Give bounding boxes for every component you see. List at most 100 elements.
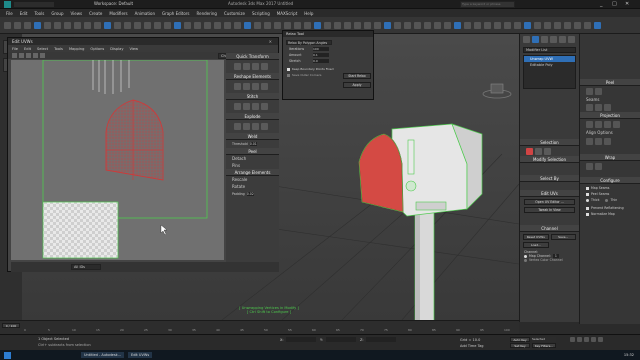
- toolbar-tool-icon[interactable]: [84, 22, 91, 29]
- toolbar-tool-icon[interactable]: [214, 22, 221, 29]
- toolbar-tool-icon[interactable]: [434, 22, 441, 29]
- checkbox-icon[interactable]: [586, 212, 589, 216]
- modifier-stack[interactable]: Unwrap UVW Editable Poly: [523, 55, 576, 89]
- minimize-icon[interactable]: _: [600, 1, 603, 7]
- align-z-icon[interactable]: [604, 137, 611, 145]
- toolbar-tool-icon[interactable]: [574, 22, 581, 29]
- projection-rollout[interactable]: Projection: [580, 112, 640, 119]
- toolbar-tool-icon[interactable]: [284, 22, 291, 29]
- menu-item-file[interactable]: File: [6, 11, 13, 16]
- uvw-menu-select[interactable]: Select: [37, 47, 48, 51]
- uvw-tool-icon[interactable]: [243, 123, 250, 130]
- uv-editor-view[interactable]: [11, 59, 224, 260]
- thick-radio[interactable]: [586, 198, 589, 202]
- scale-icon[interactable]: [26, 53, 31, 58]
- move-icon[interactable]: [12, 53, 17, 58]
- y-coord-field[interactable]: [326, 337, 356, 342]
- spherical-map-icon[interactable]: [604, 120, 611, 128]
- align-y-icon[interactable]: [595, 137, 602, 145]
- map-channel-radio[interactable]: [524, 254, 527, 258]
- uvw-close-icon[interactable]: ✕: [269, 39, 272, 44]
- timeline[interactable]: 0 / 100 0 5 10 15 20 25 30 35 40 45 50 55 60 65 70 75 80…: [0, 320, 519, 334]
- create-tab-icon[interactable]: [523, 35, 530, 43]
- menu-item-graph-editors[interactable]: Graph Editors: [162, 11, 189, 16]
- uvw-tool-icon[interactable]: [261, 83, 268, 90]
- align-x-icon[interactable]: [586, 137, 593, 145]
- maximize-icon[interactable]: □: [612, 1, 617, 7]
- point-to-point-seam-icon[interactable]: [595, 104, 602, 111]
- keep-boundary-checkbox[interactable]: Keep Boundary Points Fixed: [287, 67, 334, 71]
- modify-selection-rollout[interactable]: Modify Selection: [520, 156, 579, 163]
- stitch-rollout[interactable]: Stitch: [226, 93, 279, 100]
- channel-rollout[interactable]: Channel: [520, 225, 579, 232]
- toolbar-tool-icon[interactable]: [164, 22, 171, 29]
- uvw-menu-view[interactable]: View: [130, 47, 139, 51]
- toolbar-tool-icon[interactable]: [454, 22, 461, 29]
- uvw-menu-file[interactable]: File: [12, 47, 18, 51]
- threshold-spinner[interactable]: 0.01: [249, 142, 257, 146]
- toolbar-tool-icon[interactable]: [324, 22, 331, 29]
- toolbar-tool-icon[interactable]: [4, 22, 11, 29]
- workspace-label[interactable]: Workspace: Default: [94, 1, 133, 6]
- toolbar-tool-icon[interactable]: [394, 22, 401, 29]
- menu-item-views[interactable]: Views: [71, 11, 83, 16]
- tweak-in-view-button[interactable]: Tweak In View: [524, 207, 575, 213]
- toolbar-tool-icon[interactable]: [224, 22, 231, 29]
- toolbar-tool-icon[interactable]: [184, 22, 191, 29]
- next-frame-icon[interactable]: [591, 337, 596, 342]
- toolbar-tool-icon[interactable]: [64, 22, 71, 29]
- uvw-tool-icon[interactable]: [234, 63, 241, 70]
- planar-map-icon[interactable]: [586, 120, 593, 128]
- toolbar-tool-icon[interactable]: [594, 22, 601, 29]
- toolbar-tool-icon[interactable]: [134, 22, 141, 29]
- app-logo-icon[interactable]: [4, 1, 11, 8]
- detach-option[interactable]: Detach: [226, 155, 279, 162]
- uvw-tool-icon[interactable]: [243, 63, 250, 70]
- uvw-tool-icon[interactable]: [234, 83, 241, 90]
- add-time-tag[interactable]: Add Time Tag: [460, 344, 484, 348]
- menu-item-help[interactable]: Help: [304, 11, 313, 16]
- toolbar-tool-icon[interactable]: [364, 22, 371, 29]
- x-coord-field[interactable]: [286, 337, 316, 342]
- play-icon[interactable]: [584, 337, 589, 342]
- reset-uvws-button[interactable]: Reset UVWs: [523, 234, 549, 240]
- uvw-tool-icon[interactable]: [261, 103, 268, 110]
- relax-mode-dropdown[interactable]: Relax By Polygon Angles: [286, 40, 332, 45]
- explode-rollout[interactable]: Explode: [226, 113, 279, 120]
- apply-button[interactable]: Apply: [343, 82, 371, 88]
- start-relax-button[interactable]: Start Relax: [343, 73, 371, 79]
- vertex-color-radio[interactable]: [524, 258, 527, 262]
- toolbar-tool-icon[interactable]: [494, 22, 501, 29]
- cylindrical-map-icon[interactable]: [595, 120, 602, 128]
- reshape-elements-rollout[interactable]: Reshape Elements: [226, 73, 279, 80]
- menu-item-animation[interactable]: Animation: [135, 11, 155, 16]
- ids-dropdown[interactable]: All IDs: [71, 264, 101, 270]
- toolbar-tool-icon[interactable]: [254, 22, 261, 29]
- toolbar-tool-icon[interactable]: [354, 22, 361, 29]
- menu-item-customize[interactable]: Customize: [224, 11, 245, 16]
- toolbar-tool-icon[interactable]: [124, 22, 131, 29]
- checkbox-icon[interactable]: [586, 206, 589, 210]
- save-outer-checkbox[interactable]: Save Outer Corners: [287, 73, 321, 77]
- amount-spinner[interactable]: 0.1: [313, 53, 329, 57]
- toolbar-tool-icon[interactable]: [194, 22, 201, 29]
- hierarchy-tab-icon[interactable]: [541, 35, 548, 43]
- menu-item-modifiers[interactable]: Modifiers: [109, 11, 127, 16]
- quick-transform-rollout[interactable]: Quick Transform: [226, 53, 279, 60]
- iterations-spinner[interactable]: 100: [313, 47, 329, 51]
- toolbar-tool-icon[interactable]: [264, 22, 271, 29]
- toolbar-tool-icon[interactable]: [74, 22, 81, 29]
- quick-access-toolbar[interactable]: [14, 2, 54, 7]
- edit-uvws-window[interactable]: Edit UVWs ✕ File Edit Select Tools Mapping Op…: [7, 37, 279, 272]
- checkbox-icon[interactable]: [586, 186, 589, 190]
- spline-map-icon[interactable]: [586, 162, 593, 170]
- toolbar-tool-icon[interactable]: [444, 22, 451, 29]
- toolbar-tool-icon[interactable]: [44, 22, 51, 29]
- quick-peel-icon[interactable]: [586, 87, 593, 95]
- toolbar-tool-icon[interactable]: [94, 22, 101, 29]
- goto-end-icon[interactable]: [598, 337, 603, 342]
- toolbar-tool-icon[interactable]: [474, 22, 481, 29]
- display-tab-icon[interactable]: [559, 35, 566, 43]
- toolbar-tool-icon[interactable]: [384, 22, 391, 29]
- toolbar-tool-icon[interactable]: [234, 22, 241, 29]
